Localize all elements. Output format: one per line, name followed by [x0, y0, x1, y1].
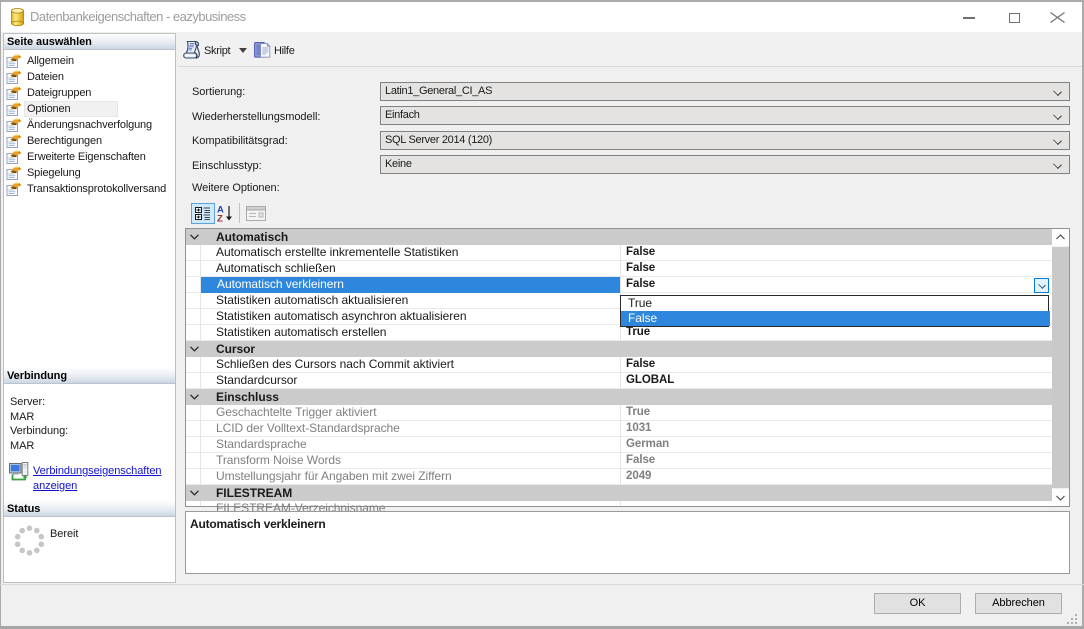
svg-text:Z: Z — [217, 214, 223, 224]
